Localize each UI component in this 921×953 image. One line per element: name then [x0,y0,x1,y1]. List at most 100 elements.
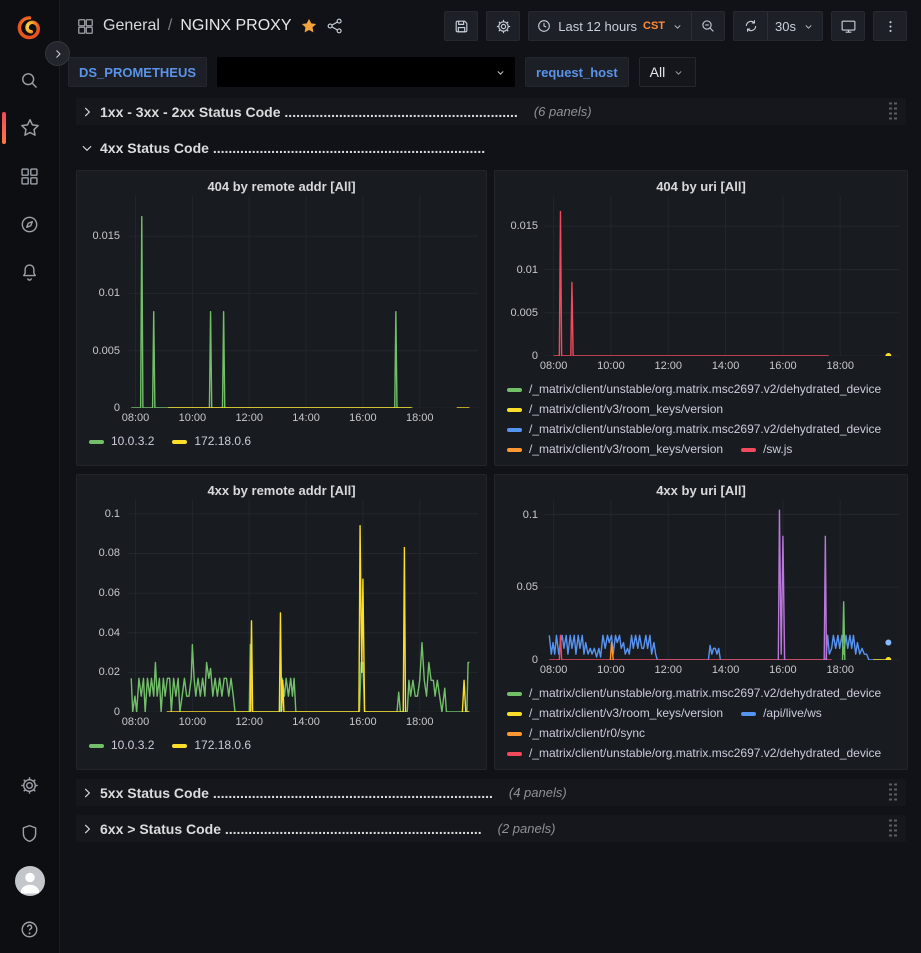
plot-area[interactable] [545,500,899,660]
legend: /_matrix/client/unstable/org.matrix.msc2… [503,679,899,762]
legend-item[interactable]: /_matrix/client/v3/room_keys/version [507,401,723,418]
legend-swatch [741,712,756,716]
timeseries-chart[interactable]: 00.050.1 08:0010:0012:0014:0016:0018:00 … [503,500,899,769]
timeseries-chart[interactable]: 00.0050.010.015 08:0010:0012:0014:0016:0… [503,196,899,465]
y-axis-tick: 0.01 [99,287,120,299]
x-axis-tick: 10:00 [179,412,207,424]
legend-item[interactable]: /_matrix/client/r0/sync [507,725,645,742]
refresh-button[interactable] [733,11,767,41]
y-axis-tick: 0.015 [510,220,538,232]
refresh-group: 30s [733,11,823,41]
dashboard-title[interactable]: NGINX PROXY [180,17,291,35]
legend-item[interactable]: 172.18.0.6 [172,433,251,450]
x-axis-tick: 14:00 [712,360,740,372]
row-header-6xx[interactable]: 6xx > Status Code ......................… [76,815,906,842]
y-axis-tick: 0.1 [523,509,538,521]
row-drag-handle[interactable] [889,819,898,838]
y-axis-tick: 0.02 [99,666,120,678]
help-icon [19,919,40,940]
x-axis-tick: 08:00 [122,716,150,728]
dashboards-grid-icon [19,166,40,187]
kiosk-mode-button[interactable] [831,11,865,41]
legend-label: /_matrix/client/unstable/org.matrix.msc2… [529,745,881,762]
sidebar-item-dashboards[interactable] [0,152,60,200]
refresh-interval-label: 30s [775,19,796,34]
y-axis-tick: 0 [114,402,120,414]
row-header-1xx-3xx-2xx[interactable]: 1xx - 3xx - 2xx Status Code ............… [76,98,906,125]
legend-item[interactable]: /sw.js [741,441,792,458]
request-host-select[interactable]: All [639,57,697,87]
panel-title[interactable]: 4xx by remote addr [All] [85,479,478,500]
favorite-star-icon[interactable] [300,17,318,35]
variable-label-ds-prometheus: DS_PROMETHEUS [68,57,207,87]
x-axis-tick: 18:00 [406,716,434,728]
sidebar-item-profile[interactable] [0,857,60,905]
legend-item[interactable]: /_matrix/client/unstable/org.matrix.msc2… [507,381,881,398]
panel-4xx-by-uri: 4xx by uri [All] 00.050.1 08:0010:0012:0… [494,474,908,770]
legend-label: /sw.js [763,441,792,458]
legend-item[interactable]: /api/live/ws [741,705,822,722]
zoom-out-button[interactable] [691,11,725,41]
sidebar-item-server-admin[interactable] [0,809,60,857]
breadcrumb: General / NGINX PROXY [76,17,344,36]
legend-item[interactable]: /_matrix/client/v3/room_keys/version [507,441,723,458]
sidebar-item-explore[interactable] [0,200,60,248]
datasource-select[interactable] [217,57,515,87]
sidebar-expand-button[interactable] [45,41,70,66]
toolbar: Last 12 hours CST [444,11,907,41]
x-axis-tick: 16:00 [349,716,377,728]
legend-label: /api/live/ws [763,705,822,722]
chevron-down-icon [494,66,507,79]
legend-item[interactable]: 10.0.3.2 [89,737,154,754]
y-axis-tick: 0 [532,350,538,362]
row-header-5xx[interactable]: 5xx Status Code ........................… [76,779,906,806]
y-axis-tick: 0.04 [99,627,120,639]
legend-item[interactable]: /_matrix/client/v3/room_keys/version [507,705,723,722]
dashboard-settings-button[interactable] [486,11,520,41]
timeseries-chart[interactable]: 00.0050.010.015 08:0010:0012:0014:0016:0… [85,196,478,465]
more-options-button[interactable] [873,11,907,41]
legend-item[interactable]: 10.0.3.2 [89,433,154,450]
y-axis-tick: 0.005 [510,307,538,319]
plot-area[interactable] [127,500,478,712]
time-range-picker[interactable]: Last 12 hours CST [528,11,691,41]
legend-swatch [507,692,522,696]
grafana-app: General / NGINX PROXY [0,0,921,953]
timeseries-chart[interactable]: 00.020.040.060.080.1 08:0010:0012:0014:0… [85,500,478,769]
y-axis: 00.050.1 [503,500,545,660]
panel-404-by-remote-addr: 404 by remote addr [All] 00.0050.010.015… [76,170,487,466]
sidebar-item-alerting[interactable] [0,248,60,296]
row-drag-handle[interactable] [889,102,898,121]
legend-swatch [507,732,522,736]
legend-item[interactable]: /_matrix/client/unstable/org.matrix.msc2… [507,421,881,438]
apps-icon [76,17,95,36]
refresh-interval-picker[interactable]: 30s [767,11,823,41]
y-axis-tick: 0.06 [99,587,120,599]
legend-label: 172.18.0.6 [194,737,251,754]
sidebar-item-configuration[interactable] [0,761,60,809]
legend-swatch [507,428,522,432]
legend-swatch [507,712,522,716]
save-dashboard-button[interactable] [444,11,478,41]
share-icon[interactable] [326,17,344,35]
sidebar-item-starred[interactable] [0,104,60,152]
legend-item[interactable]: /_matrix/client/unstable/org.matrix.msc2… [507,685,881,702]
panel-title[interactable]: 404 by uri [All] [503,175,899,196]
plot-area[interactable] [545,196,899,356]
x-axis-tick: 10:00 [597,664,625,676]
row-drag-handle[interactable] [889,783,898,802]
sidebar-item-help[interactable] [0,905,60,953]
breadcrumb-folder[interactable]: General [103,17,160,35]
legend-item[interactable]: /_matrix/client/unstable/org.matrix.msc2… [507,745,881,762]
legend-label: /_matrix/client/v3/room_keys/version [529,441,723,458]
plot-area[interactable] [127,196,478,408]
dashboard-canvas: 1xx - 3xx - 2xx Status Code ............… [60,92,921,953]
legend-item[interactable]: 172.18.0.6 [172,737,251,754]
row-header-4xx[interactable]: 4xx Status Code ........................… [76,134,906,161]
legend-swatch [172,744,187,748]
chevron-down-icon [80,141,94,155]
variable-label-request-host: request_host [525,57,629,87]
panel-title[interactable]: 404 by remote addr [All] [85,175,478,196]
time-range-label: Last 12 hours [558,19,637,34]
panel-title[interactable]: 4xx by uri [All] [503,479,899,500]
